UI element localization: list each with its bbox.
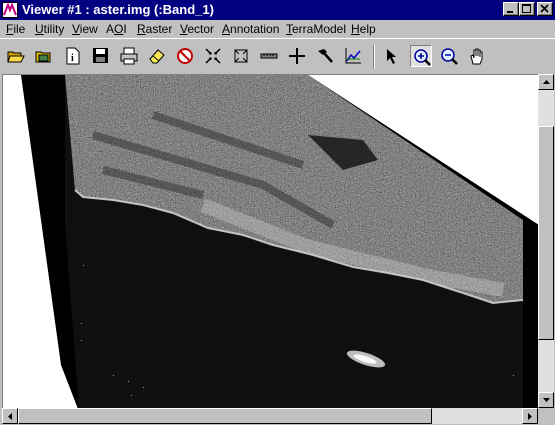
menu-bar: File Utility View AOI Raster Vector Anno… [0,20,555,38]
chart-icon [345,48,361,64]
arrow-up-icon [543,80,550,84]
crosshair-button[interactable] [286,45,308,67]
close-icon [540,4,549,13]
print-icon [120,47,138,65]
zoom-out-icon [441,48,458,65]
scrollbar-corner [538,408,555,425]
vertical-scroll-thumb[interactable] [538,126,554,340]
pan-hand-button[interactable] [466,45,488,67]
eraser-icon [149,49,165,64]
arrow-down-icon [543,398,550,402]
menu-raster[interactable]: Raster [137,21,172,37]
open-layer-icon [35,51,51,63]
zoom-out-arrows-button[interactable] [230,45,252,67]
window-title: Viewer #1 : aster.img (:Band_1) [22,2,214,17]
maximize-button[interactable] [519,2,535,16]
print-button[interactable] [118,45,140,67]
crosshair-icon [289,48,305,64]
no-draw-button[interactable] [174,45,196,67]
toolbar-separator [373,45,375,69]
zoom-out-arrows-icon [234,49,248,63]
zoom-in-arrows-icon [205,48,221,64]
close-button[interactable] [537,2,553,16]
pan-hand-icon [470,48,483,65]
toolbar: i [0,38,555,74]
save-button[interactable] [90,45,112,67]
zoom-in-icon [414,49,431,66]
hammer-icon [318,49,333,63]
image-viewport[interactable] [2,74,538,408]
select-arrow-button[interactable] [382,45,404,67]
vertical-scrollbar[interactable] [538,74,554,408]
title-bar[interactable]: Viewer #1 : aster.img (:Band_1) [0,0,555,20]
scroll-down-button[interactable] [538,392,554,408]
arrow-right-icon [528,413,532,420]
menu-aoi[interactable]: AOI [106,21,127,37]
svg-text:i: i [71,53,74,64]
imagine-app-icon[interactable] [2,2,18,18]
raster-image[interactable] [3,75,538,408]
open-folder-icon [7,51,25,63]
chart-button[interactable] [342,45,364,67]
minimize-icon [507,11,513,13]
no-draw-icon [177,48,193,64]
arrow-left-icon [8,413,12,420]
save-icon [93,48,108,63]
horizontal-scrollbar[interactable] [2,408,538,424]
scroll-left-button[interactable] [2,408,18,424]
scroll-up-button[interactable] [538,74,554,90]
maximize-icon [522,4,531,13]
menu-view[interactable]: View [72,21,98,37]
hammer-button[interactable] [314,45,336,67]
eraser-button[interactable] [146,45,168,67]
minimize-button[interactable] [503,2,519,16]
scroll-right-button[interactable] [522,408,538,424]
open-folder-button[interactable] [5,45,27,67]
open-layer-button[interactable] [33,45,55,67]
zoom-out-button[interactable] [438,45,460,67]
info-icon: i [66,47,80,65]
menu-terramodel[interactable]: TerraModel [286,21,346,37]
menu-utility[interactable]: Utility [35,21,64,37]
info-button[interactable]: i [62,45,84,67]
menu-help[interactable]: Help [351,21,376,37]
menu-annotation[interactable]: Annotation [222,21,279,37]
measure-icon [260,53,278,59]
zoom-in-button[interactable] [410,45,432,67]
zoom-in-arrows-button[interactable] [202,45,224,67]
measure-button[interactable] [258,45,280,67]
select-arrow-icon [387,49,396,64]
menu-file[interactable]: File [6,21,25,37]
viewer-window: Viewer #1 : aster.img (:Band_1) File Uti… [0,0,555,425]
horizontal-scroll-thumb[interactable] [18,408,432,424]
menu-vector[interactable]: Vector [180,21,214,37]
